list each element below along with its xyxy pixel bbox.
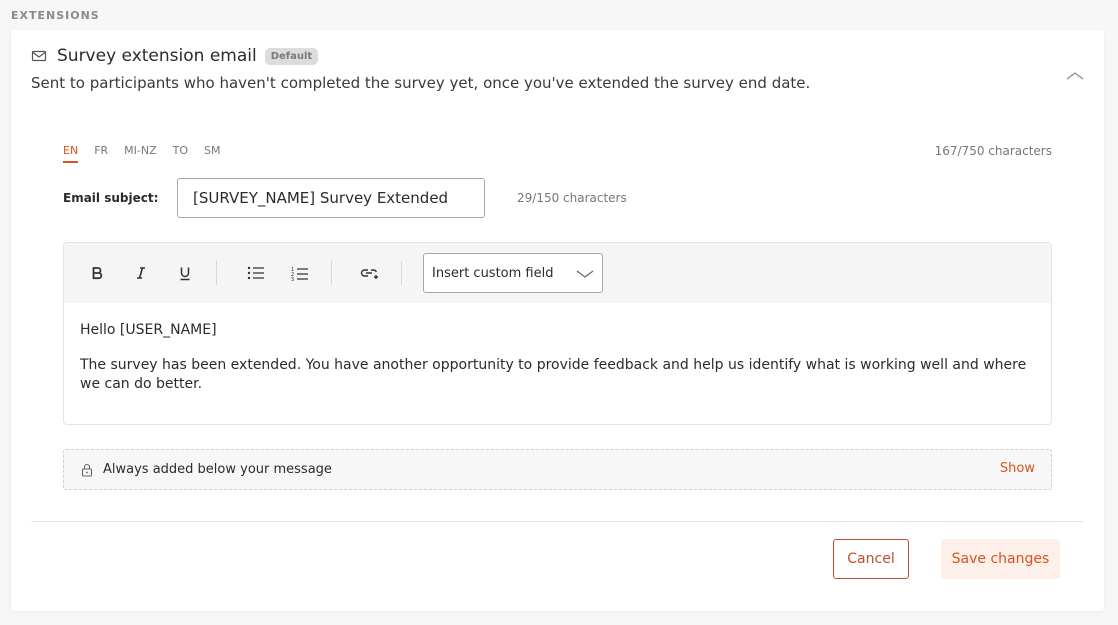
- svg-text:3: 3: [291, 277, 294, 281]
- toolbar-divider: [331, 261, 332, 285]
- show-link[interactable]: Show: [1000, 461, 1035, 476]
- toolbar-divider: [401, 261, 402, 285]
- default-badge: Default: [264, 47, 319, 65]
- save-changes-button[interactable]: Save changes: [941, 539, 1060, 579]
- tab-to[interactable]: TO: [173, 144, 188, 163]
- section-label: EXTENSIONS: [11, 9, 100, 22]
- footer-note-text: Always added below your message: [103, 462, 332, 477]
- editor-toolbar: 123 Insert custom field: [64, 243, 1051, 303]
- body-greeting: Hello [USER_NAME]: [80, 322, 217, 338]
- numbered-list-icon[interactable]: 123: [289, 262, 311, 284]
- toolbar-divider: [216, 261, 217, 285]
- tab-mi-nz[interactable]: MI-NZ: [124, 144, 156, 163]
- tab-fr[interactable]: FR: [94, 144, 108, 163]
- bold-icon[interactable]: [86, 262, 108, 284]
- chevron-up-icon[interactable]: [1066, 66, 1084, 80]
- insert-custom-field-select[interactable]: Insert custom field: [423, 253, 603, 293]
- card-title: Survey extension email: [57, 46, 257, 66]
- card-header[interactable]: Survey extension email Default Sent to p…: [31, 44, 1084, 92]
- mail-icon: [31, 48, 47, 64]
- chevron-down-icon: [576, 268, 594, 283]
- email-body-editor: 123 Insert custom field Hello [USER_NAME…: [63, 242, 1052, 425]
- bulleted-list-icon[interactable]: [245, 262, 267, 284]
- tab-sm[interactable]: SM: [204, 144, 220, 163]
- lock-icon: [80, 463, 94, 477]
- card-description: Sent to participants who haven't complet…: [31, 74, 811, 92]
- appended-footer-note: Always added below your message Show: [63, 449, 1052, 490]
- language-tabs: EN FR MI-NZ TO SM: [63, 144, 237, 163]
- email-subject-label: Email subject:: [63, 191, 159, 205]
- add-link-icon[interactable]: [359, 262, 381, 284]
- subject-character-count: 29/150 characters: [517, 191, 627, 205]
- underline-icon[interactable]: [174, 262, 196, 284]
- insert-custom-field-label: Insert custom field: [432, 265, 554, 281]
- cancel-button[interactable]: Cancel: [833, 539, 909, 579]
- body-paragraph: The survey has been extended. You have a…: [80, 357, 1027, 392]
- tab-en[interactable]: EN: [63, 144, 79, 163]
- divider: [31, 521, 1084, 522]
- editor-content[interactable]: Hello [USER_NAME] The survey has been ex…: [64, 303, 1051, 412]
- italic-icon[interactable]: [130, 262, 152, 284]
- total-character-count: 167/750 characters: [934, 144, 1052, 158]
- survey-extension-email-card: Survey extension email Default Sent to p…: [11, 30, 1104, 611]
- email-subject-input[interactable]: [177, 178, 485, 218]
